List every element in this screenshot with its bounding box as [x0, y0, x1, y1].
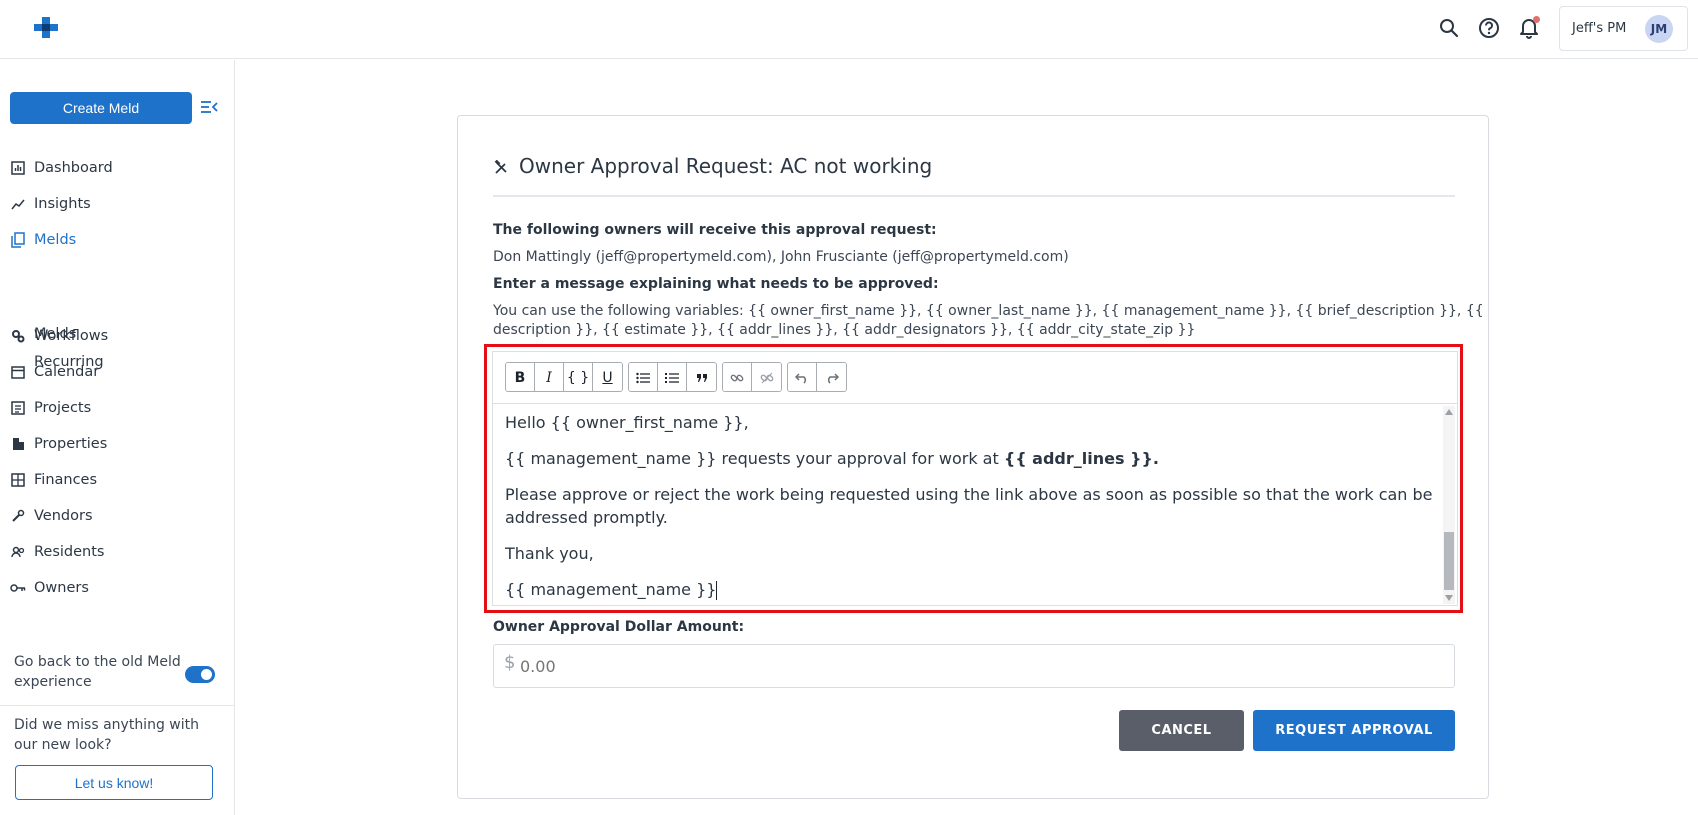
owners-list: Don Mattingly (jeff@propertymeld.com), J…	[493, 249, 1069, 265]
numbered-list-icon[interactable]	[658, 363, 687, 391]
sidebar-divider	[0, 705, 234, 706]
editor-content[interactable]: Hello {{ owner_first_name }}, {{ managem…	[505, 411, 1435, 614]
sidebar-item-label: Insights	[34, 196, 91, 212]
sidebar-item-label: Residents	[34, 544, 105, 560]
variables-hint-line-2: description }}, {{ estimate }}, {{ addr_…	[493, 322, 1196, 338]
link-group	[722, 362, 782, 392]
let-us-know-button[interactable]: Let us know!	[15, 765, 213, 800]
sidebar-item-label: Properties	[34, 436, 108, 452]
scroll-up-arrow-icon[interactable]	[1445, 409, 1453, 415]
request-approval-button[interactable]: REQUEST APPROVAL	[1253, 710, 1455, 751]
sidebar-item-finances[interactable]: Finances	[10, 466, 97, 494]
editor-toolbar: B I { } U	[505, 362, 852, 392]
sidebar-item-label: Finances	[34, 472, 98, 488]
link-icon[interactable]	[723, 363, 752, 391]
editor-line-instructions: Please approve or reject the work being …	[505, 485, 1433, 527]
cancel-button[interactable]: CANCEL	[1119, 710, 1244, 751]
old-experience-toggle[interactable]	[185, 666, 215, 683]
editor-line-greeting: Hello {{ owner_first_name }},	[505, 413, 749, 432]
sidebar-item-calendar[interactable]: Calendar	[10, 358, 99, 386]
history-group	[787, 362, 847, 392]
undo-icon[interactable]	[788, 363, 817, 391]
italic-button[interactable]: I	[535, 363, 564, 391]
underline-button[interactable]: U	[593, 363, 622, 391]
properties-icon	[10, 436, 26, 452]
sidebar-item-melds[interactable]: Melds	[10, 226, 76, 254]
melds-icon	[10, 232, 26, 248]
dollar-amount-input[interactable]	[520, 657, 1420, 676]
workflows-icon	[10, 328, 26, 344]
unlink-icon[interactable]	[752, 363, 781, 391]
sidebar-item-projects[interactable]: Projects	[10, 394, 91, 422]
editor-line-signature: {{ management_name }}	[505, 578, 1435, 601]
editor-line-thanks: Thank you,	[505, 544, 594, 563]
page-title-text: Owner Approval Request: AC not working	[519, 154, 933, 178]
finances-icon	[10, 472, 26, 488]
scroll-down-arrow-icon[interactable]	[1445, 595, 1453, 601]
search-icon[interactable]	[1437, 16, 1461, 40]
sidebar-item-owners[interactable]: Owners	[10, 574, 89, 602]
editor-line-request-bold: {{ addr_lines }}.	[1003, 449, 1159, 468]
dashboard-icon	[10, 160, 26, 176]
editor-scrollbar[interactable]	[1443, 406, 1455, 604]
bell-icon[interactable]	[1517, 16, 1541, 40]
feedback-text: Did we miss anything with our new look?	[14, 717, 199, 753]
title-divider	[493, 195, 1455, 197]
text-caret	[716, 581, 718, 600]
code-button[interactable]: { }	[564, 363, 593, 391]
sidebar-item-label: Owners	[34, 580, 89, 596]
sidebar-item-vendors[interactable]: Vendors	[10, 502, 93, 530]
top-bar: Jeff's PM JM	[0, 0, 1698, 59]
key-icon	[10, 580, 26, 596]
account-menu[interactable]: Jeff's PM JM	[1559, 6, 1688, 51]
variables-hint-line-1: You can use the following variables: {{ …	[493, 303, 1484, 319]
message-label: Enter a message explaining what needs to…	[493, 276, 939, 292]
sidebar-item-label: Calendar	[34, 364, 100, 380]
avatar: JM	[1645, 15, 1673, 43]
notification-badge	[1533, 16, 1540, 23]
dollar-sign: $	[504, 652, 516, 673]
sidebar: Create Meld Dashboard Insights Melds Mel…	[0, 60, 235, 815]
sidebar-item-label: Melds	[34, 232, 77, 248]
sidebar-item-residents[interactable]: Residents	[10, 538, 104, 566]
scrollbar-thumb[interactable]	[1444, 532, 1454, 590]
residents-icon	[10, 544, 26, 560]
insights-icon	[10, 196, 26, 212]
editor-line-signature-text: {{ management_name }}	[505, 580, 717, 599]
bold-button[interactable]: B	[506, 363, 535, 391]
sidebar-item-properties[interactable]: Properties	[10, 430, 107, 458]
sidebar-item-label: Workflows	[34, 328, 109, 344]
account-name: Jeff's PM	[1572, 21, 1627, 36]
dollar-amount-field[interactable]: $	[493, 644, 1455, 688]
sidebar-item-label: Dashboard	[34, 160, 113, 176]
calendar-icon	[10, 364, 26, 380]
format-group: B I { } U	[505, 362, 623, 392]
sidebar-item-insights[interactable]: Insights	[10, 190, 91, 218]
help-icon[interactable]	[1477, 16, 1501, 40]
dollar-amount-label: Owner Approval Dollar Amount:	[493, 619, 745, 635]
owners-label: The following owners will receive this a…	[493, 222, 937, 238]
sidebar-item-dashboard[interactable]: Dashboard	[10, 154, 113, 182]
old-experience-text: Go back to the old Meld experience	[14, 654, 181, 690]
editor-line-request: {{ management_name }} requests your appr…	[505, 447, 1435, 470]
bullet-list-icon[interactable]	[629, 363, 658, 391]
blockquote-icon[interactable]	[687, 363, 716, 391]
property-meld-logo-icon[interactable]	[34, 17, 58, 39]
message-editor[interactable]: B I { } U Hello {{owner_first_name}}, …	[492, 351, 1458, 606]
tools-icon	[493, 157, 511, 175]
sidebar-item-label: Vendors	[34, 508, 93, 524]
sidebar-item-workflows[interactable]: Workflows	[10, 322, 108, 350]
editor-line-request-text: {{ management_name }} requests your appr…	[505, 449, 1004, 468]
projects-icon	[10, 400, 26, 416]
sidebar-item-label: Projects	[34, 400, 92, 416]
create-meld-button[interactable]: Create Meld	[10, 92, 192, 124]
redo-icon[interactable]	[817, 363, 846, 391]
wrench-icon	[10, 508, 26, 524]
toolbar-divider	[493, 403, 1457, 404]
page-title: Owner Approval Request: AC not working	[493, 154, 932, 178]
list-group	[628, 362, 717, 392]
collapse-sidebar-icon[interactable]	[200, 98, 220, 118]
